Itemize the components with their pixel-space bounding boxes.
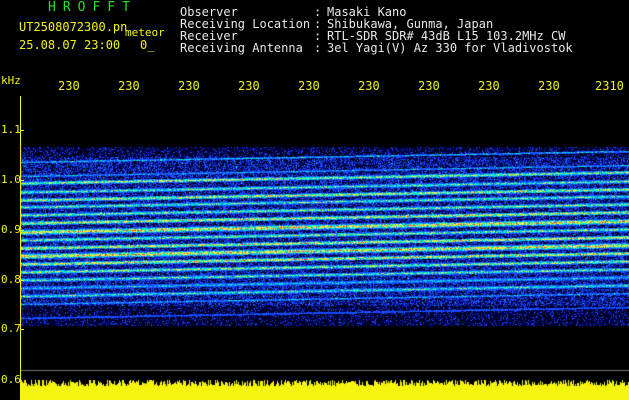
frequency-unit-label: kHz [1,74,21,87]
frequency-label: 0.9 [1,223,21,236]
frequency-label: 1.1 [1,123,21,136]
frequency-label: 0.6 [1,373,21,386]
frequency-label: 0.8 [1,273,21,286]
y-tick-mark [20,329,24,330]
time-tick-label: 230 [478,79,500,93]
hrofft-window: HROFFT UT2508072300.pn meteor 25.08.07 2… [0,0,629,400]
spectrogram-panel [20,96,629,400]
time-tick-label: 2310 [595,79,624,93]
time-tick-label: 230 [238,79,260,93]
time-tick-label: 230 [358,79,380,93]
y-tick-mark [20,230,24,231]
y-tick-mark [20,180,24,181]
frequency-label: 1.0 [1,173,21,186]
y-tick-mark [20,280,24,281]
time-tick-label: 230 [298,79,320,93]
antenna-colon: : [314,41,322,55]
detection-mode: meteor [125,26,165,39]
time-tick-label: 230 [178,79,200,93]
meteor-counter: 0_ [140,38,155,52]
antenna-label: Receiving Antenna [180,41,303,55]
image-filename: UT2508072300.pn [19,20,128,34]
time-tick-label: 230 [418,79,440,93]
capture-datetime: 25.08.07 23:00 [19,38,121,52]
spectrogram-image [21,96,629,400]
app-title: HROFFT [48,0,137,15]
time-tick-label: 230 [58,79,80,93]
y-tick-mark [20,130,24,131]
antenna-value: 3el Yagi(V) Az 330 for Vladivostok [327,41,573,55]
time-tick-label: 230 [118,79,140,93]
frequency-label: 0.7 [1,322,21,335]
time-tick-label: 230 [538,79,560,93]
